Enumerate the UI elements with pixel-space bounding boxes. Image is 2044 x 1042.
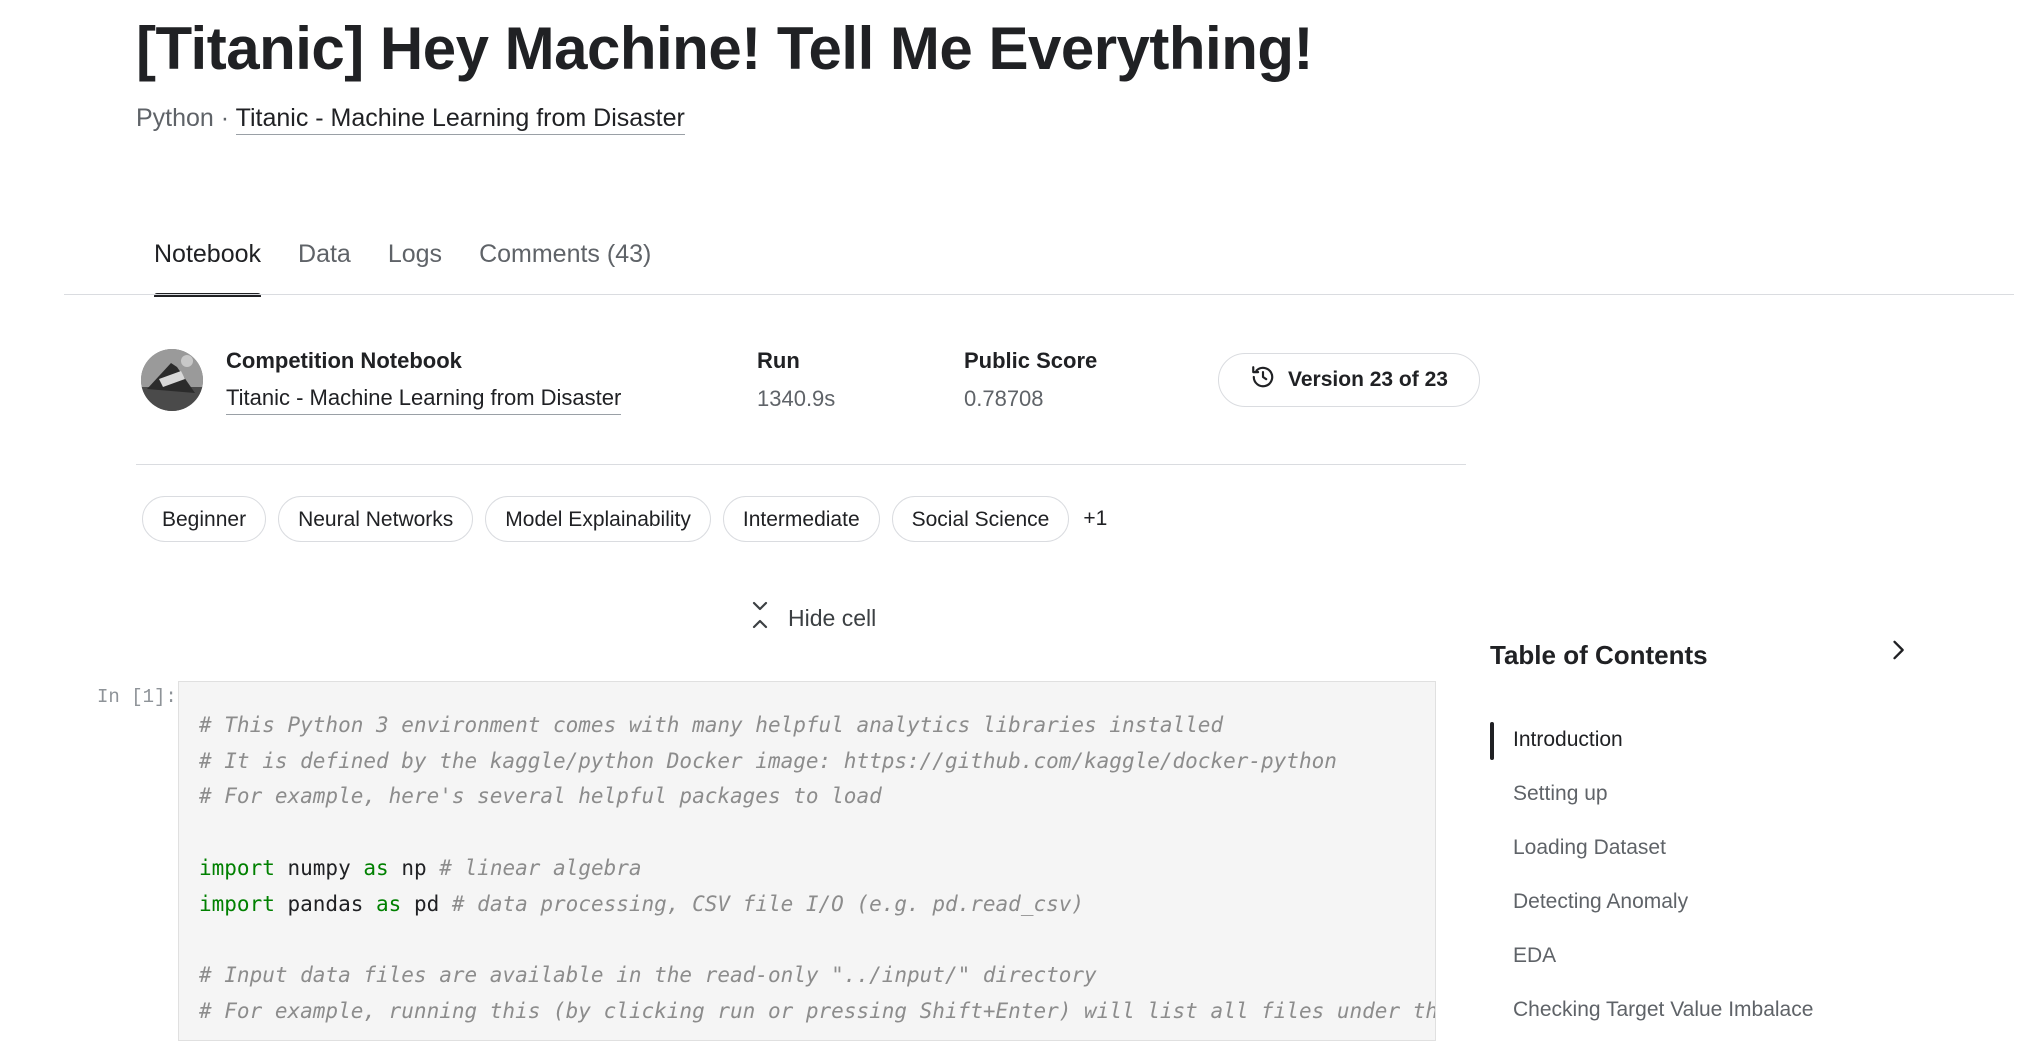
tag-chip[interactable]: Neural Networks: [278, 496, 474, 542]
page-title: [Titanic] Hey Machine! Tell Me Everythin…: [136, 15, 1314, 82]
code-line: # For example, running this (by clicking…: [199, 998, 1435, 1023]
tab-logs[interactable]: Logs: [388, 240, 442, 297]
tag-chip[interactable]: Social Science: [891, 496, 1070, 542]
cell-prompt: In [1]:: [97, 686, 177, 708]
competition-notebook-label: Competition Notebook: [226, 348, 462, 373]
history-icon: [1250, 364, 1276, 396]
code-block: # This Python 3 environment comes with m…: [179, 682, 1435, 1029]
hide-cell-label: Hide cell: [788, 604, 877, 631]
language-label: Python: [136, 104, 214, 132]
keyword-import: import: [199, 855, 275, 880]
toc-list: Introduction Setting up Loading Dataset …: [1490, 718, 1813, 1042]
code-line: # Input data files are available in the …: [199, 962, 1097, 987]
notebook-tabs: Notebook Data Logs Comments (43): [154, 240, 651, 297]
version-label: Version 23 of 23: [1288, 368, 1448, 391]
public-score-label: Public Score: [964, 348, 1098, 373]
notebook-subtitle: Python · Titanic - Machine Learning from…: [136, 104, 685, 135]
version-history-button[interactable]: Version 23 of 23: [1218, 353, 1480, 407]
meta-divider: [136, 464, 1466, 465]
toc-item-setting-up[interactable]: Setting up: [1490, 772, 1813, 826]
toc-title: Table of Contents: [1490, 640, 1708, 670]
public-score-value: 0.78708: [964, 386, 1044, 411]
more-tags-button[interactable]: +1: [1081, 507, 1107, 531]
competition-link[interactable]: Titanic - Machine Learning from Disaster: [235, 104, 685, 135]
competition-name-link[interactable]: Titanic - Machine Learning from Disaster: [226, 385, 622, 415]
keyword-as: as: [376, 891, 402, 916]
tag-chip[interactable]: Beginner: [142, 496, 267, 542]
code-line: # It is defined by the kaggle/python Doc…: [199, 748, 1337, 773]
separator: ·: [213, 104, 236, 132]
toc-item-eda[interactable]: EDA: [1490, 934, 1813, 988]
run-value: 1340.9s: [757, 386, 836, 411]
toc-item-target-imbalance[interactable]: Checking Target Value Imbalace: [1490, 988, 1813, 1042]
code-line: # This Python 3 environment comes with m…: [199, 713, 1224, 737]
toc-item-detecting-anomaly[interactable]: Detecting Anomaly: [1490, 880, 1813, 934]
chevron-right-icon[interactable]: [1884, 636, 1912, 669]
run-label: Run: [757, 348, 800, 373]
tab-comments[interactable]: Comments (43): [479, 240, 651, 297]
code-line: # For example, here's several helpful pa…: [199, 784, 882, 809]
competition-avatar: [141, 349, 203, 411]
collapse-icon: [750, 600, 770, 636]
toc-item-loading-dataset[interactable]: Loading Dataset: [1490, 826, 1813, 880]
tab-data[interactable]: Data: [298, 240, 351, 297]
hide-cell-button[interactable]: Hide cell: [750, 600, 876, 636]
toc-item-introduction[interactable]: Introduction: [1490, 718, 1813, 772]
keyword-as: as: [363, 855, 389, 880]
code-cell[interactable]: # This Python 3 environment comes with m…: [178, 681, 1436, 1041]
tab-notebook[interactable]: Notebook: [154, 240, 262, 297]
tag-list: Beginner Neural Networks Model Explainab…: [142, 496, 1107, 542]
keyword-import: import: [199, 891, 275, 916]
tag-chip[interactable]: Intermediate: [722, 496, 880, 542]
tabs-divider: [64, 294, 2014, 295]
tag-chip[interactable]: Model Explainability: [485, 496, 711, 542]
